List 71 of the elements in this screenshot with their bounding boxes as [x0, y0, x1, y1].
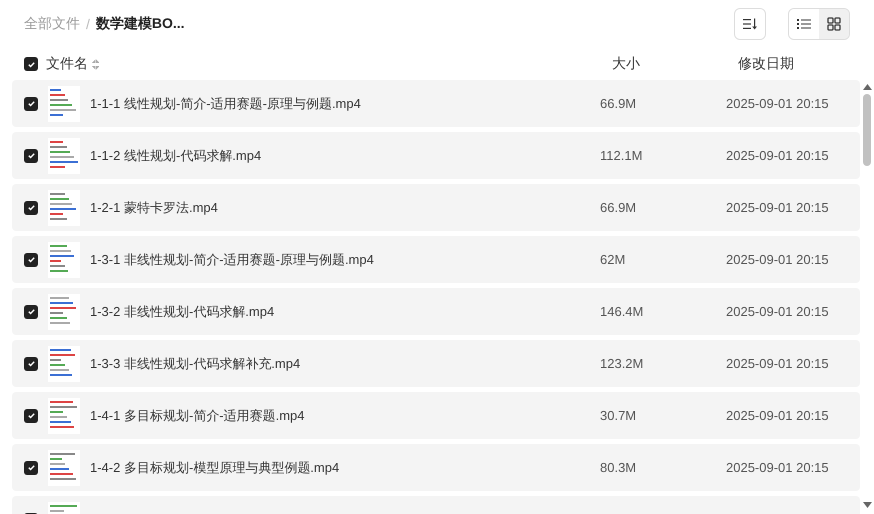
file-size: 30.7M	[600, 408, 638, 423]
file-name: 1-1-1 线性规划-简介-适用赛题-原理与例题.mp4	[90, 94, 362, 112]
modified-date: 2025-09-01 20:15	[726, 200, 829, 215]
scroll-down-icon[interactable]	[862, 502, 872, 508]
modified-date: 2025-09-01 20:15	[726, 148, 829, 163]
check-icon	[26, 359, 36, 368]
file-row[interactable]: 1-2-1 蒙特卡罗法.mp4 66.9M 2025-09-01 20:15	[12, 184, 860, 231]
column-header: 大小	[612, 55, 640, 73]
row-checkbox[interactable]	[24, 408, 38, 422]
check-icon	[26, 255, 36, 264]
modified-date: 2025-09-01 20:15	[726, 408, 829, 423]
grid-icon	[827, 17, 841, 31]
check-icon	[26, 411, 36, 420]
video-thumbnail	[48, 190, 80, 226]
scrollbar-thumb[interactable]	[863, 94, 871, 166]
breadcrumb-separator: /	[86, 16, 90, 32]
video-thumbnail	[48, 86, 80, 122]
select-all-checkbox[interactable]	[24, 57, 38, 71]
file-size: 66.9M	[600, 200, 638, 215]
row-checkbox[interactable]	[24, 200, 38, 214]
video-thumbnail	[48, 242, 80, 278]
modified-date: 2025-09-01 20:15	[726, 460, 829, 475]
modified-date: 2025-09-01 20:15	[726, 304, 829, 319]
check-icon	[26, 60, 36, 68]
file-row[interactable]: 1-4-2 多目标规划-模型原理与典型例题.mp4 80.3M 2025-09-01 20:15	[12, 444, 860, 491]
column-header: 修改日期	[738, 55, 794, 73]
modified-date: 2025-09-01 20:15	[726, 356, 829, 371]
modified-date: 2025-09-01 20:15	[726, 96, 829, 111]
sort-lines-icon	[743, 18, 757, 30]
video-thumbnail	[48, 450, 80, 486]
row-checkbox[interactable]	[24, 460, 38, 474]
video-thumbnail	[48, 294, 80, 330]
modified-date: 2025-09-01 20:15	[726, 252, 829, 267]
row-checkbox[interactable]	[24, 96, 38, 110]
file-size: 80.3M	[600, 460, 638, 475]
check-icon	[26, 99, 36, 108]
current-folder: 数学建模BO...	[96, 15, 185, 33]
check-icon	[26, 463, 36, 472]
list-icon	[797, 18, 811, 30]
scroll-up-icon[interactable]	[862, 84, 872, 90]
file-size: 66.9M	[600, 96, 638, 111]
column-header[interactable]: 文件名	[46, 55, 99, 73]
file-row[interactable]: 1-3-2 非线性规划-代码求解.mp4 146.4M 2025-09-01 20:15	[12, 288, 860, 335]
file-size: 62M	[600, 252, 626, 267]
list-view-button[interactable]	[789, 9, 819, 39]
video-thumbnail	[48, 346, 80, 382]
file-row[interactable]: 1-4-1 多目标规划-简介-适用赛题.mp4 30.7M 2025-09-01 20:15	[12, 392, 860, 439]
file-name: 1-4-2 多目标规划-模型原理与典型例题.mp4	[90, 458, 340, 476]
file-row[interactable]: 1-3-3 非线性规划-代码求解补充.mp4 123.2M 2025-09-01 20:15	[12, 340, 860, 387]
row-checkbox[interactable]	[24, 252, 38, 266]
video-thumbnail	[48, 398, 80, 434]
check-icon	[26, 307, 36, 316]
file-size: 146.4M	[600, 304, 644, 319]
row-checkbox[interactable]	[24, 148, 38, 162]
row-checkbox[interactable]	[24, 356, 38, 370]
file-size: 123.2M	[600, 356, 644, 371]
video-thumbnail	[48, 138, 80, 174]
file-name: 1-3-1 非线性规划-简介-适用赛题-原理与例题.mp4	[90, 250, 375, 268]
file-row[interactable]: 1-1-1 线性规划-简介-适用赛题-原理与例题.mp4 66.9M 2025-09-01 20:15	[12, 80, 860, 127]
check-icon	[26, 151, 36, 160]
file-name: 1-3-2 非线性规划-代码求解.mp4	[90, 302, 276, 320]
file-name: 1-1-2 线性规划-代码求解.mp4	[90, 146, 262, 164]
file-name: 1-3-3 非线性规划-代码求解补充.mp4	[90, 354, 302, 372]
file-name: 1-2-1 蒙特卡罗法.mp4	[90, 198, 219, 216]
sort-button[interactable]	[734, 8, 766, 40]
file-row[interactable]: 1-3-1 非线性规划-简介-适用赛题-原理与例题.mp4 62M 2025-09-01 20:15	[12, 236, 860, 283]
file-name: 1-4-1 多目标规划-简介-适用赛题.mp4	[90, 406, 306, 424]
file-size: 112.1M	[600, 148, 644, 163]
check-icon	[26, 203, 36, 212]
file-row[interactable]: 1-1-2 线性规划-代码求解.mp4 112.1M 2025-09-01 20:15	[12, 132, 860, 179]
row-checkbox[interactable]	[24, 304, 38, 318]
